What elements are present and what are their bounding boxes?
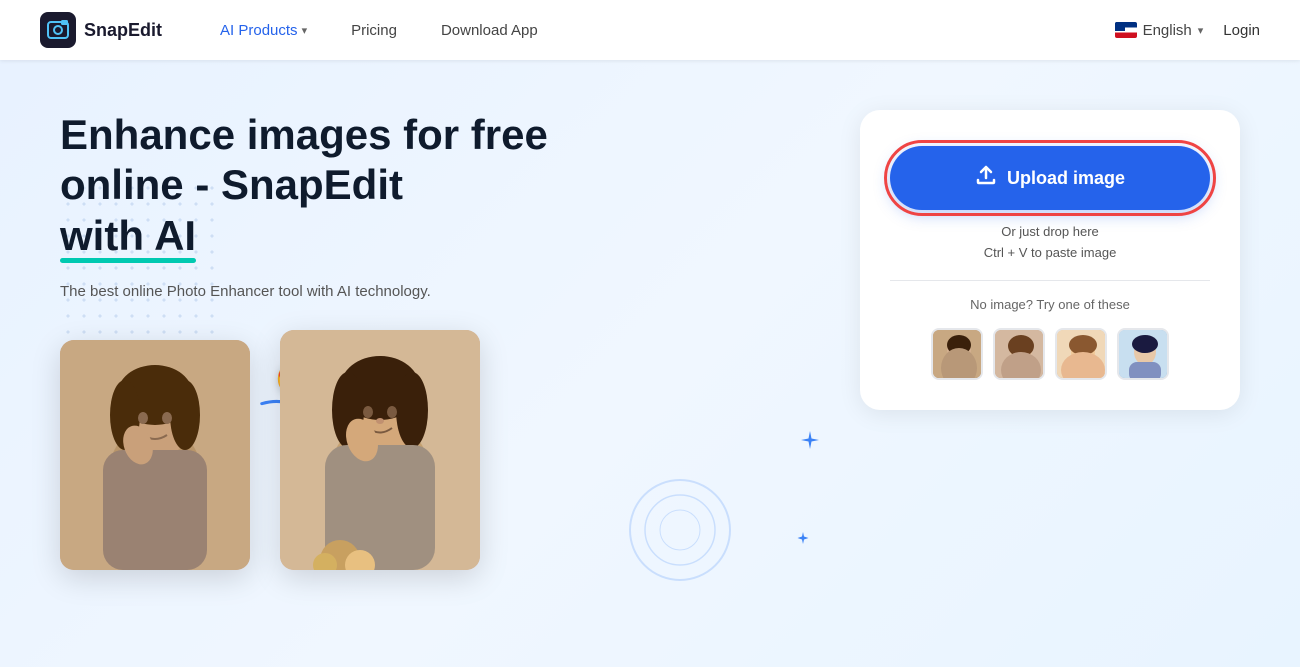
nav-download[interactable]: Download App xyxy=(419,0,560,60)
sample-image-2[interactable] xyxy=(993,328,1045,380)
drop-hint: Or just drop here Ctrl + V to paste imag… xyxy=(984,222,1117,264)
logo[interactable]: SnapEdit xyxy=(40,12,162,48)
main-content: Enhance images for free online - SnapEdi… xyxy=(0,60,1300,667)
sparkle1-icon xyxy=(800,430,820,456)
login-button[interactable]: Login xyxy=(1223,22,1260,39)
before-image xyxy=(60,340,250,570)
hero-title-line3: with AI xyxy=(60,212,196,259)
sample-image-4[interactable] xyxy=(1117,328,1169,380)
upload-icon xyxy=(975,164,997,192)
nav-pricing[interactable]: Pricing xyxy=(329,0,419,60)
sparkle2-icon xyxy=(796,531,810,550)
circle-decoration xyxy=(620,470,740,590)
right-panel: Upload image Or just drop here Ctrl + V … xyxy=(860,100,1240,647)
hero-title: Enhance images for free online - SnapEdi… xyxy=(60,110,800,261)
nav-products[interactable]: AI Products ▾ xyxy=(198,0,329,60)
after-image xyxy=(280,330,480,570)
sample-image-3[interactable] xyxy=(1055,328,1107,380)
sample-image-1[interactable] xyxy=(931,328,983,380)
nav-links: AI Products ▾ Pricing Download App xyxy=(198,0,1115,60)
divider xyxy=(890,280,1210,281)
nav-right: English ▾ Login xyxy=(1115,22,1260,39)
lang-chevron-icon: ▾ xyxy=(1198,24,1204,37)
upload-button-label: Upload image xyxy=(1007,168,1125,189)
language-selector[interactable]: English ▾ xyxy=(1115,22,1204,39)
upload-image-button[interactable]: Upload image xyxy=(890,146,1210,210)
upload-card: Upload image Or just drop here Ctrl + V … xyxy=(860,110,1240,410)
left-panel: Enhance images for free online - SnapEdi… xyxy=(60,100,800,647)
hero-title-line2: online - SnapEdit xyxy=(60,161,403,208)
hero-images: 😍 xyxy=(60,340,800,570)
uk-flag-icon xyxy=(1115,22,1137,38)
sample-images xyxy=(931,328,1169,380)
logo-icon xyxy=(40,12,76,48)
hero-subtitle: The best online Photo Enhancer tool with… xyxy=(60,283,800,300)
logo-text: SnapEdit xyxy=(84,20,162,41)
sample-label: No image? Try one of these xyxy=(970,297,1130,312)
products-chevron-icon: ▾ xyxy=(302,24,308,37)
hero-title-line1: Enhance images for free xyxy=(60,111,548,158)
navbar: SnapEdit AI Products ▾ Pricing Download … xyxy=(0,0,1300,60)
